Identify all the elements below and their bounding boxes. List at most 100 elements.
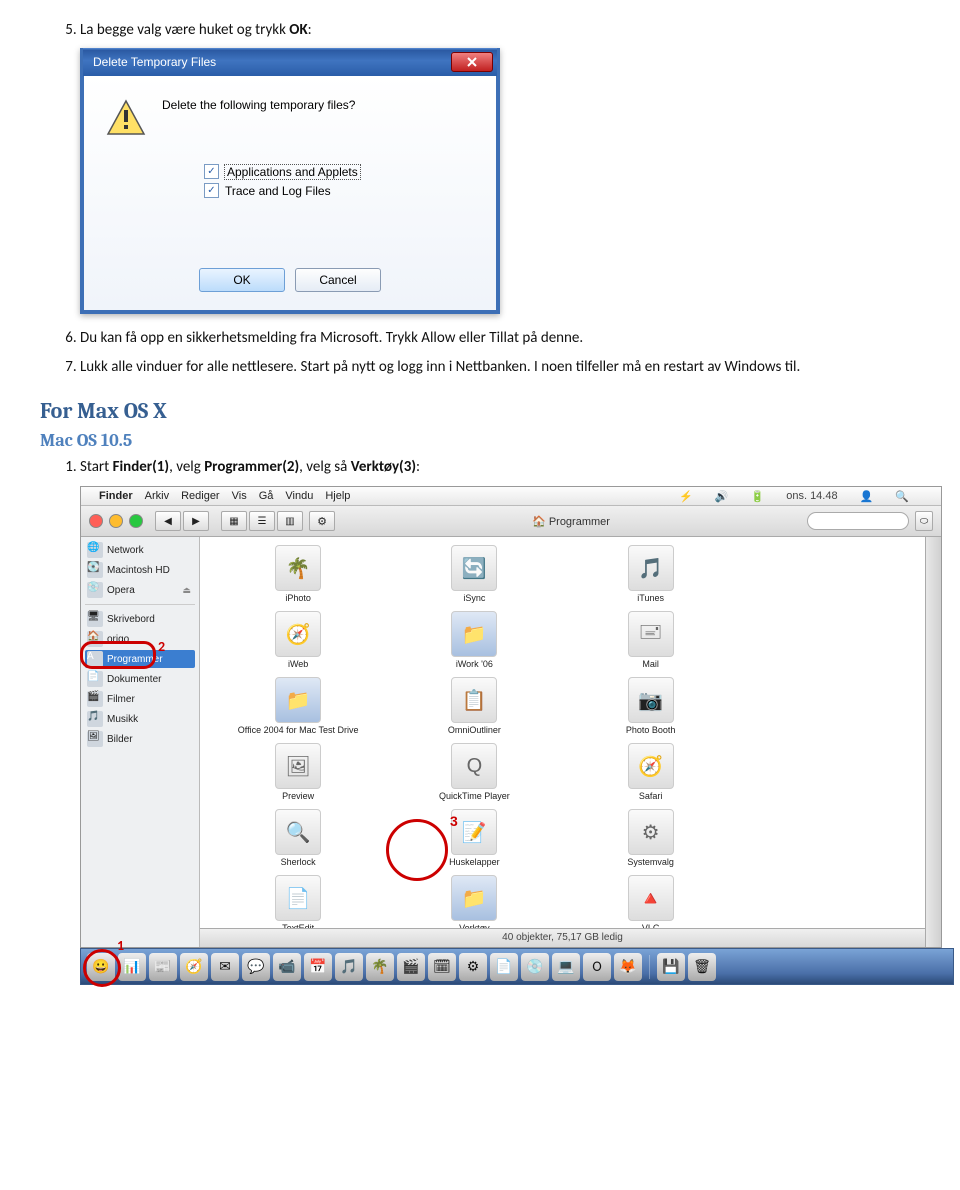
menu-hjelp[interactable]: Hjelp: [325, 490, 350, 502]
checkbox-trace-log-files[interactable]: ✓ Trace and Log Files: [204, 183, 474, 198]
dock-item-17[interactable]: 🦊: [614, 953, 642, 981]
view-columns-button[interactable]: ▥: [277, 511, 303, 531]
app-photo-booth[interactable]: 📷Photo Booth: [565, 677, 737, 735]
app-icon: Q: [451, 743, 497, 789]
app-systemvalg[interactable]: ⚙Systemvalg: [565, 809, 737, 867]
checkbox-applications-applets[interactable]: ✓ Applications and Applets: [204, 164, 474, 179]
dock-item-18[interactable]: 💾: [657, 953, 685, 981]
view-list-button[interactable]: ☰: [249, 511, 275, 531]
app-vlc[interactable]: 🔺VLC: [565, 875, 737, 928]
app-label: Safari: [639, 791, 663, 801]
dock-item-9[interactable]: 🌴: [366, 953, 394, 981]
dock-item-6[interactable]: 📹: [273, 953, 301, 981]
back-button[interactable]: ◀: [155, 511, 181, 531]
sidebar-item-icon: 🖥: [87, 611, 103, 627]
dock-item-11[interactable]: 🗓: [428, 953, 456, 981]
dock-item-7[interactable]: 📅: [304, 953, 332, 981]
volume-icon[interactable]: 🔊: [715, 490, 729, 503]
menubar-clock[interactable]: ons. 14.48: [786, 490, 837, 502]
window-zoom-button[interactable]: [129, 514, 143, 528]
sidebar-item-opera[interactable]: 💿Opera⏏: [85, 581, 195, 599]
app-isync[interactable]: 🔄iSync: [388, 545, 560, 603]
window-close-button[interactable]: [89, 514, 103, 528]
eject-icon[interactable]: ⏏: [182, 585, 191, 596]
dock-item-4[interactable]: ✉: [211, 953, 239, 981]
sidebar-item-musikk[interactable]: 🎵Musikk: [85, 710, 195, 728]
ok-button[interactable]: OK: [199, 268, 285, 292]
dock-item-12[interactable]: ⚙: [459, 953, 487, 981]
app-safari[interactable]: 🧭Safari: [565, 743, 737, 801]
app-icon: 🖼: [275, 743, 321, 789]
sidebar-item-label: Opera: [107, 585, 135, 596]
dock-item-13[interactable]: 📄: [490, 953, 518, 981]
view-icons-button[interactable]: ▦: [221, 511, 247, 531]
app-label: Systemvalg: [627, 857, 674, 867]
dock-item-19[interactable]: 🗑: [688, 953, 716, 981]
sidebar-item-skrivebord[interactable]: 🖥Skrivebord: [85, 610, 195, 628]
dock-item-10[interactable]: 🎬: [397, 953, 425, 981]
dock-item-15[interactable]: 💻: [552, 953, 580, 981]
menu-arkiv[interactable]: Arkiv: [145, 490, 169, 502]
menu-rediger[interactable]: Rediger: [181, 490, 220, 502]
sidebar-item-dokumenter[interactable]: 📄Dokumenter: [85, 670, 195, 688]
vertical-scrollbar[interactable]: [925, 537, 941, 947]
app-iwork-06[interactable]: 📁iWork '06: [388, 611, 560, 669]
window-minimize-button[interactable]: [109, 514, 123, 528]
dock-item-3[interactable]: 🧭: [180, 953, 208, 981]
app-icon: 📋: [451, 677, 497, 723]
warning-icon: [106, 98, 146, 138]
forward-button[interactable]: ▶: [183, 511, 209, 531]
action-menu-button[interactable]: ⚙: [309, 511, 335, 531]
menu-ga[interactable]: Gå: [259, 490, 274, 502]
sidebar-item-filmer[interactable]: 🎬Filmer: [85, 690, 195, 708]
sidebar-item-icon: 🌐: [87, 542, 103, 558]
mac-screenshot: Finder Arkiv Rediger Vis Gå Vindu Hjelp …: [80, 486, 942, 948]
battery-icon[interactable]: 🔋: [751, 490, 765, 503]
app-label: Mail: [642, 659, 659, 669]
menubar-app-name[interactable]: Finder: [99, 490, 133, 502]
menu-vindu[interactable]: Vindu: [285, 490, 313, 502]
app-label: TextEdit: [282, 923, 314, 928]
app-itunes[interactable]: 🎵iTunes: [565, 545, 737, 603]
app-sherlock[interactable]: 🔍 Sherlock: [212, 809, 384, 867]
toolbar-pill-button[interactable]: ⬭: [915, 511, 933, 531]
app-icon: 🔄: [451, 545, 497, 591]
app-label: Verktøy: [459, 923, 490, 928]
app-label: Sherlock: [281, 857, 316, 867]
app-quicktime-player[interactable]: QQuickTime Player: [388, 743, 560, 801]
app-huskelapper[interactable]: 📝Huskelapper: [388, 809, 560, 867]
app-icon: 🖃: [628, 611, 674, 657]
menu-vis[interactable]: Vis: [232, 490, 247, 502]
app-office-2004-for-mac-test-drive[interactable]: 📁Office 2004 for Mac Test Drive: [212, 677, 384, 735]
app-omnioutliner[interactable]: 📋OmniOutliner: [388, 677, 560, 735]
dock-item-16[interactable]: O: [583, 953, 611, 981]
spotlight-icon[interactable]: 🔍: [895, 490, 909, 503]
sidebar-item-network[interactable]: 🌐Network: [85, 541, 195, 559]
app-icon: 🔍: [275, 809, 321, 855]
sidebar-item-programmer[interactable]: AProgrammer: [85, 650, 195, 668]
sidebar-item-origo[interactable]: 🏠origo: [85, 630, 195, 648]
dock-item-0[interactable]: 😀: [87, 953, 115, 981]
dock-item-2[interactable]: 📰: [149, 953, 177, 981]
app-icon: 🔺: [628, 875, 674, 921]
app-verkt-y[interactable]: 📁Verktøy: [388, 875, 560, 928]
dock-item-5[interactable]: 💬: [242, 953, 270, 981]
dock-item-8[interactable]: 🎵: [335, 953, 363, 981]
dock-item-14[interactable]: 💿: [521, 953, 549, 981]
sidebar-item-bilder[interactable]: 🖼Bilder: [85, 730, 195, 748]
app-mail[interactable]: 🖃 Mail: [565, 611, 737, 669]
wifi-icon[interactable]: ⚡: [679, 490, 693, 503]
dialog-titlebar: Delete Temporary Files: [83, 48, 497, 76]
cancel-button[interactable]: Cancel: [295, 268, 381, 292]
app-iweb[interactable]: 🧭iWeb: [212, 611, 384, 669]
user-icon[interactable]: 👤: [860, 490, 874, 503]
sidebar-item-macintosh-hd[interactable]: 💽Macintosh HD: [85, 561, 195, 579]
close-button[interactable]: [451, 52, 493, 72]
app-textedit[interactable]: 📄TextEdit: [212, 875, 384, 928]
app-iphoto[interactable]: 🌴iPhoto: [212, 545, 384, 603]
toolbar-search-field[interactable]: [807, 512, 909, 530]
app-preview[interactable]: 🖼Preview: [212, 743, 384, 801]
dock-item-1[interactable]: 📊: [118, 953, 146, 981]
marker-number-1: 1: [117, 937, 124, 954]
sidebar-item-label: origo: [107, 634, 129, 645]
